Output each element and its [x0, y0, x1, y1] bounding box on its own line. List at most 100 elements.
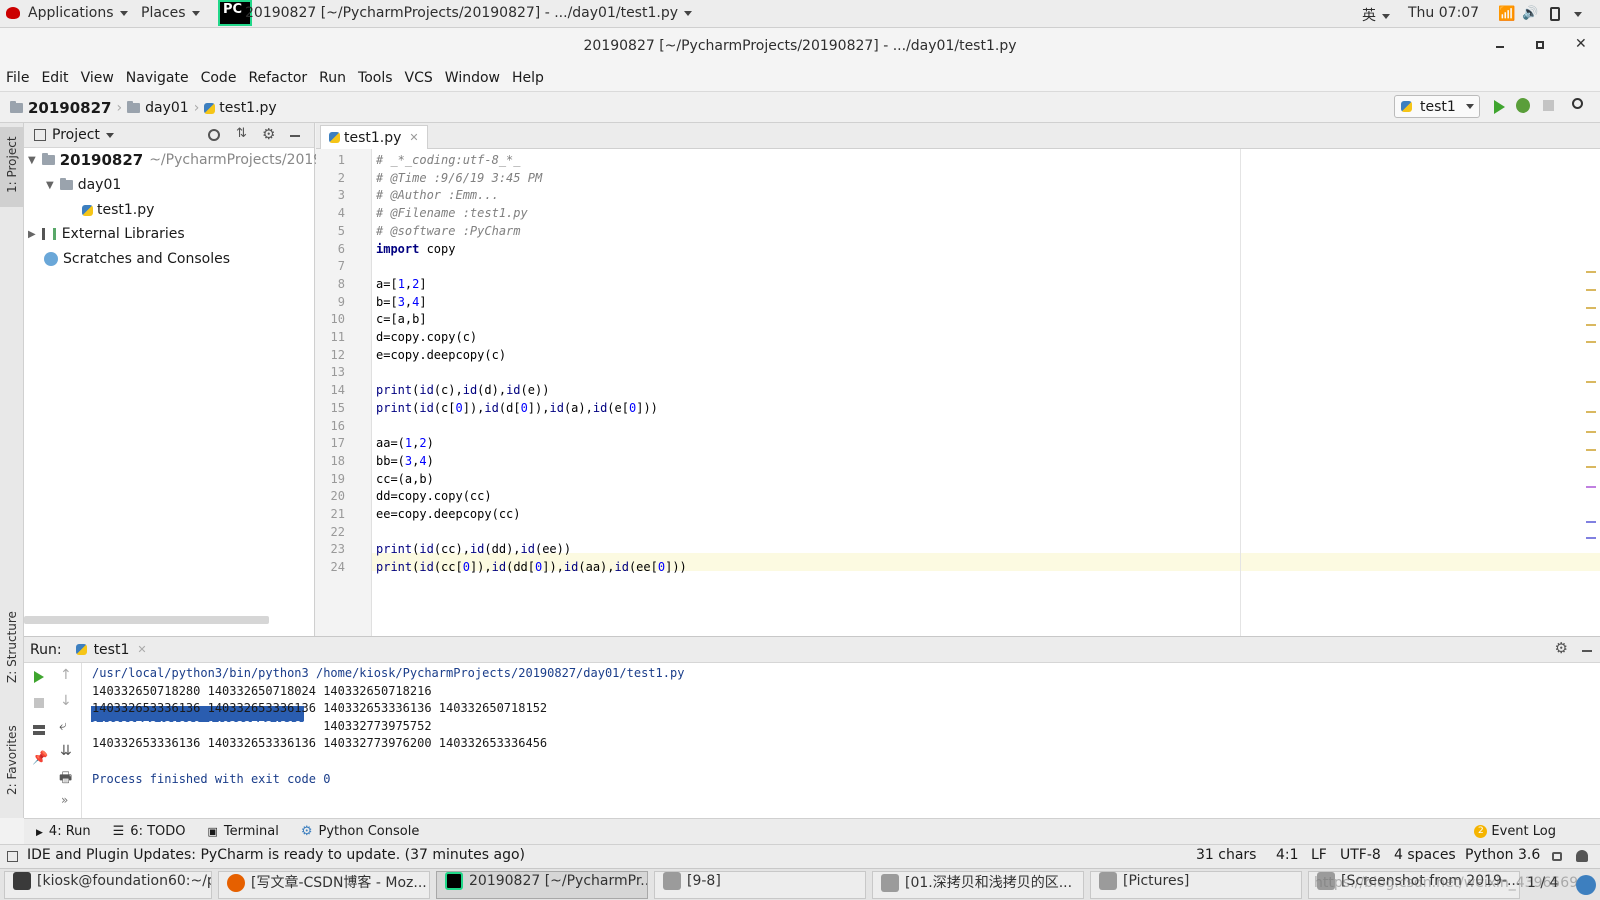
- lock-icon[interactable]: [1552, 852, 1562, 861]
- code-line[interactable]: # @software :PyCharm: [376, 224, 521, 238]
- breadcrumb-project[interactable]: 20190827: [28, 99, 112, 117]
- maximize-icon[interactable]: [1536, 41, 1544, 49]
- scrollbar-marker[interactable]: [1586, 411, 1596, 413]
- code-line[interactable]: # @Author :Emm...: [376, 188, 499, 202]
- structure-tool-tab[interactable]: Z: Structure: [5, 611, 19, 683]
- favorites-tool-tab[interactable]: 2: Favorites: [5, 725, 19, 795]
- locate-icon[interactable]: [208, 129, 220, 141]
- layout-icon[interactable]: [33, 725, 45, 735]
- stop-icon[interactable]: [1543, 100, 1554, 111]
- code-line[interactable]: print(id(c),id(d),id(e)): [376, 383, 549, 397]
- code-line[interactable]: cc=(a,b): [376, 472, 434, 486]
- places-menu[interactable]: Places: [141, 5, 200, 21]
- code-line[interactable]: # _*_coding:utf-8_*_: [376, 153, 521, 167]
- menu-refactor[interactable]: Refactor: [248, 70, 307, 86]
- wifi-icon[interactable]: 📶: [1498, 6, 1515, 22]
- task-firefox[interactable]: [写文章-CSDN博客 - Moz...: [218, 871, 430, 899]
- code-line[interactable]: import copy: [376, 242, 455, 256]
- print-icon[interactable]: 🖶: [59, 767, 72, 791]
- scrollbar-marker[interactable]: [1586, 449, 1596, 451]
- task-editor[interactable]: [01.深拷贝和浅拷贝的区...: [872, 871, 1084, 899]
- expand-arrow-icon[interactable]: ▼: [28, 155, 36, 166]
- task-folder-9-8[interactable]: [9-8]: [654, 871, 866, 899]
- scrollbar-marker[interactable]: [1586, 341, 1596, 343]
- collapse-all-icon[interactable]: ⇅: [236, 126, 247, 141]
- code-line[interactable]: e=copy.deepcopy(c): [376, 348, 506, 362]
- scrollbar-marker[interactable]: [1586, 381, 1596, 383]
- run-tool-tab[interactable]: ▶ 4: Run: [36, 824, 113, 839]
- editor-tab-test1[interactable]: test1.py ✕: [320, 125, 428, 149]
- code-line[interactable]: dd=copy.copy(cc): [376, 489, 492, 503]
- soft-wrap-icon[interactable]: ⤶: [59, 718, 67, 734]
- scroll-down-icon[interactable]: ↓: [60, 693, 72, 709]
- scrollbar-marker[interactable]: [1586, 486, 1596, 488]
- task-pycharm[interactable]: 20190827 [~/PycharmPr...: [436, 871, 648, 899]
- minimize-icon[interactable]: [1496, 46, 1504, 48]
- code-line[interactable]: # @Time :9/6/19 3:45 PM: [376, 171, 542, 185]
- scrollbar-marker[interactable]: [1586, 537, 1596, 539]
- close-icon[interactable]: ✕: [1575, 36, 1587, 52]
- code-line[interactable]: # @Filename :test1.py: [376, 206, 528, 220]
- menu-window[interactable]: Window: [445, 70, 500, 86]
- stop-icon[interactable]: [34, 698, 44, 708]
- scrollbar-marker[interactable]: [1586, 521, 1596, 523]
- tree-item-scratches[interactable]: Scratches and Consoles: [44, 248, 230, 270]
- task-pictures[interactable]: [Pictures]: [1090, 871, 1302, 899]
- project-view-select[interactable]: Project: [52, 127, 100, 143]
- code-line[interactable]: bb=(3,4): [376, 454, 434, 468]
- status-message[interactable]: IDE and Plugin Updates: PyCharm is ready…: [27, 847, 525, 863]
- tree-item-external-libraries[interactable]: ▶ External Libraries: [28, 223, 185, 245]
- code-line[interactable]: b=[3,4]: [376, 295, 427, 309]
- system-menu-chevron-icon[interactable]: [1574, 12, 1582, 17]
- code-line[interactable]: aa=(1,2): [376, 436, 434, 450]
- battery-icon[interactable]: [1550, 7, 1560, 21]
- terminal-tool-tab[interactable]: ▣ Terminal: [208, 824, 301, 839]
- todo-tool-tab[interactable]: ☰ 6: TODO: [113, 824, 208, 839]
- menu-help[interactable]: Help: [512, 70, 544, 86]
- tree-item-day01[interactable]: ▼ day01: [46, 174, 121, 196]
- expand-arrow-icon[interactable]: ▶: [28, 229, 36, 240]
- scrollbar-marker[interactable]: [1586, 271, 1596, 273]
- chevron-down-icon[interactable]: [105, 132, 114, 138]
- run-icon[interactable]: [1494, 100, 1505, 114]
- status-indent[interactable]: 4 spaces: [1394, 847, 1456, 863]
- code-line[interactable]: print(id(cc[0]),id(dd[0]),id(aa),id(ee[0…: [376, 560, 687, 574]
- code-line[interactable]: d=copy.copy(c): [376, 330, 477, 344]
- status-position[interactable]: 4:1: [1276, 847, 1299, 863]
- status-interpreter[interactable]: Python 3.6: [1465, 847, 1540, 863]
- scrollbar-marker[interactable]: [1586, 466, 1596, 468]
- workspace-indicator[interactable]: 1 / 4: [1527, 875, 1558, 891]
- scroll-up-icon[interactable]: ↑: [60, 667, 72, 683]
- run-config-select[interactable]: test1: [1394, 95, 1480, 118]
- menu-view[interactable]: View: [81, 70, 114, 86]
- rerun-icon[interactable]: [34, 671, 44, 683]
- menu-navigate[interactable]: Navigate: [126, 70, 189, 86]
- run-tab-label[interactable]: test1: [94, 642, 130, 658]
- more-icon[interactable]: »: [61, 793, 68, 807]
- gear-icon[interactable]: ⚙: [1555, 639, 1568, 657]
- input-method-indicator[interactable]: 英: [1362, 5, 1390, 25]
- tree-item-project-root[interactable]: ▼ 20190827 ~/PycharmProjects/2019: [28, 149, 322, 171]
- menu-edit[interactable]: Edit: [41, 70, 68, 86]
- menu-tools[interactable]: Tools: [358, 70, 393, 86]
- breadcrumb-folder[interactable]: day01: [145, 100, 189, 116]
- task-terminal[interactable]: [kiosk@foundation60:~/p...: [4, 871, 212, 899]
- pin-icon[interactable]: 📌: [32, 751, 48, 766]
- close-run-tab-icon[interactable]: ✕: [137, 643, 146, 656]
- active-window-title[interactable]: 20190827 [~/PycharmProjects/20190827] - …: [245, 5, 692, 21]
- menu-file[interactable]: File: [6, 70, 29, 86]
- code-line[interactable]: ee=copy.deepcopy(cc): [376, 507, 521, 521]
- code-line[interactable]: print(id(c[0]),id(d[0]),id(a),id(e[0])): [376, 401, 658, 415]
- breadcrumb-file[interactable]: test1.py: [219, 100, 276, 116]
- close-tab-icon[interactable]: ✕: [409, 131, 418, 144]
- tree-item-test1[interactable]: test1.py: [82, 199, 154, 221]
- search-icon[interactable]: [1572, 98, 1583, 109]
- menu-run[interactable]: Run: [319, 70, 346, 86]
- applications-menu[interactable]: Applications: [28, 5, 128, 21]
- scroll-to-end-icon[interactable]: ⇊: [60, 743, 72, 759]
- inspector-icon[interactable]: [1576, 850, 1588, 862]
- status-toggle-icon[interactable]: [7, 851, 18, 862]
- status-encoding[interactable]: UTF-8: [1340, 847, 1381, 863]
- volume-icon[interactable]: 🔊: [1522, 6, 1538, 21]
- scrollbar-marker[interactable]: [1586, 307, 1596, 309]
